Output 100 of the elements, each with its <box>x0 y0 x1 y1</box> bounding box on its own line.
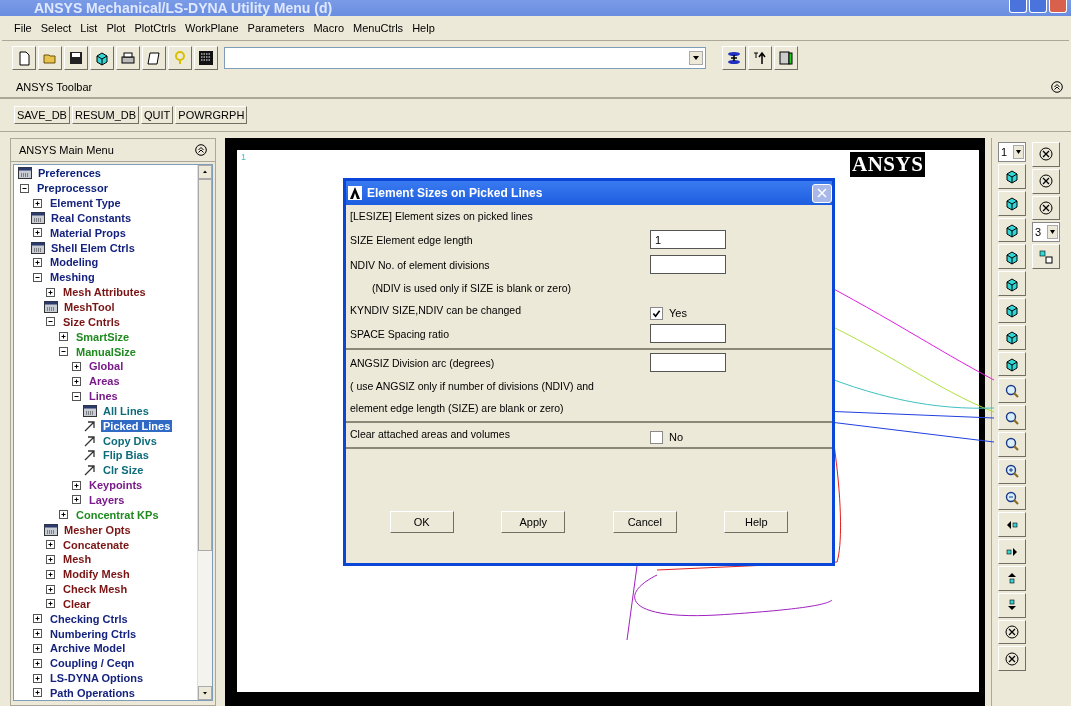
view-button[interactable] <box>998 244 1026 270</box>
scrollbar[interactable] <box>197 165 212 701</box>
view-button[interactable] <box>998 565 1026 591</box>
expand-box-icon[interactable] <box>33 673 42 683</box>
view-button[interactable] <box>1032 195 1060 221</box>
input-field[interactable] <box>650 353 726 372</box>
toolbar-button[interactable] <box>116 46 140 70</box>
close-button[interactable] <box>812 183 832 203</box>
view-button[interactable] <box>998 458 1026 484</box>
view-button[interactable] <box>998 592 1026 618</box>
checkbox[interactable] <box>650 306 663 320</box>
menu-tree-item[interactable]: Numbering Ctrls <box>48 627 139 640</box>
toolbar-button[interactable] <box>194 46 218 70</box>
menu-item[interactable]: WorkPlane <box>184 22 239 34</box>
menu-tree-item[interactable]: Flip Bias <box>101 449 151 462</box>
menu-tree-item[interactable]: Areas <box>87 375 122 388</box>
view-button[interactable] <box>998 431 1026 457</box>
toolbar-button[interactable] <box>142 46 166 70</box>
menu-tree-item[interactable]: Layers <box>87 494 127 506</box>
menu-item[interactable]: File <box>14 22 32 34</box>
dialog-button[interactable]: Cancel <box>612 511 677 533</box>
scroll-thumb[interactable] <box>198 179 212 551</box>
scroll-down-icon[interactable] <box>198 686 212 701</box>
view-button[interactable] <box>998 190 1026 216</box>
collapse-box-icon[interactable] <box>33 272 42 282</box>
view-button[interactable] <box>998 217 1026 243</box>
view-button[interactable] <box>998 378 1026 404</box>
expand-box-icon[interactable] <box>33 614 42 624</box>
collapse-icon[interactable] <box>195 144 207 156</box>
toolbar-button[interactable] <box>90 46 114 70</box>
command-input[interactable] <box>224 47 706 69</box>
expand-box-icon[interactable] <box>33 688 42 698</box>
expand-box-icon[interactable] <box>72 480 81 490</box>
menu-tree-item[interactable]: Real Constants <box>49 211 134 224</box>
menu-item[interactable]: Parameters <box>247 22 305 34</box>
dialog-button[interactable]: OK <box>389 511 454 533</box>
menu-tree-item[interactable]: ManualSize <box>74 345 138 358</box>
menu-item[interactable]: List <box>80 22 98 34</box>
toolbar-button[interactable] <box>64 46 88 70</box>
view-select[interactable]: 3 <box>1032 222 1060 243</box>
close-button[interactable] <box>1049 0 1067 13</box>
checkbox[interactable] <box>650 430 663 444</box>
menu-tree-item[interactable]: Preprocessor <box>35 182 110 195</box>
window-select[interactable]: 1 <box>998 142 1026 162</box>
toolbar-command-button[interactable]: RESUM_DB <box>71 106 140 124</box>
dialog-button[interactable]: Apply <box>501 511 566 533</box>
expand-box-icon[interactable] <box>33 658 42 668</box>
menu-tree-item[interactable]: SmartSize <box>74 330 132 343</box>
view-button[interactable] <box>998 324 1026 350</box>
menu-tree-item[interactable]: Shell Elem Ctrls <box>49 241 137 254</box>
view-button[interactable] <box>998 405 1026 430</box>
expand-box-icon[interactable] <box>46 287 55 297</box>
menu-tree-item[interactable]: Keypoints <box>87 479 145 492</box>
menu-item[interactable]: Macro <box>313 22 344 34</box>
view-button[interactable] <box>998 646 1026 672</box>
expand-box-icon[interactable] <box>33 258 42 267</box>
view-button[interactable] <box>998 485 1026 511</box>
view-button[interactable] <box>1032 168 1060 194</box>
input-field[interactable]: 1 <box>650 230 726 249</box>
expand-box-icon[interactable] <box>33 629 42 639</box>
toolbar-button[interactable] <box>722 46 746 70</box>
toolbar-command-button[interactable]: POWRGRPH <box>175 106 248 124</box>
expand-box-icon[interactable] <box>33 643 42 653</box>
toolbar-command-button[interactable]: QUIT <box>141 106 174 124</box>
maximize-button[interactable] <box>1029 0 1047 13</box>
menu-tree-item[interactable]: Meshing <box>48 271 97 284</box>
menu-item[interactable]: Select <box>40 22 72 34</box>
expand-box-icon[interactable] <box>33 198 42 208</box>
menu-tree-item[interactable]: Size Cntrls <box>61 315 122 328</box>
collapse-box-icon[interactable] <box>46 317 55 327</box>
menu-tree-item[interactable]: Global <box>87 360 126 373</box>
expand-box-icon[interactable] <box>46 599 55 609</box>
expand-box-icon[interactable] <box>72 361 81 371</box>
menu-tree-item[interactable]: Lines <box>87 390 120 403</box>
menu-tree-item[interactable]: Path Operations <box>48 686 137 699</box>
expand-box-icon[interactable] <box>33 228 42 238</box>
menu-item[interactable]: MenuCtrls <box>353 22 404 34</box>
menu-tree-item[interactable]: Concatenate <box>61 538 132 551</box>
toolbar-button[interactable] <box>748 46 772 70</box>
expand-box-icon[interactable] <box>59 332 68 342</box>
expand-box-icon[interactable] <box>46 540 55 549</box>
menu-tree-item[interactable]: Check Mesh <box>61 583 130 596</box>
collapse-box-icon[interactable] <box>20 183 29 193</box>
view-button[interactable] <box>1032 142 1060 167</box>
expand-box-icon[interactable] <box>46 554 55 564</box>
expand-box-icon[interactable] <box>72 495 81 505</box>
menu-tree-item[interactable]: Copy Divs <box>101 434 159 447</box>
input-field[interactable] <box>650 255 726 274</box>
menu-tree-item[interactable]: Preferences <box>36 167 103 180</box>
view-button[interactable] <box>998 539 1026 564</box>
toolbar-button[interactable] <box>774 46 798 70</box>
menu-tree-item[interactable]: Clr Size <box>101 464 146 477</box>
expand-box-icon[interactable] <box>46 569 55 579</box>
expand-box-icon[interactable] <box>46 584 55 594</box>
menu-tree-item[interactable]: Clear <box>61 597 93 610</box>
collapse-box-icon[interactable] <box>72 391 81 401</box>
menu-tree-item[interactable]: Mesher Opts <box>62 523 133 536</box>
view-button[interactable] <box>998 619 1026 645</box>
menu-tree-item[interactable]: Archive Model <box>48 642 128 655</box>
menu-tree-item[interactable]: Mesh <box>61 553 94 566</box>
